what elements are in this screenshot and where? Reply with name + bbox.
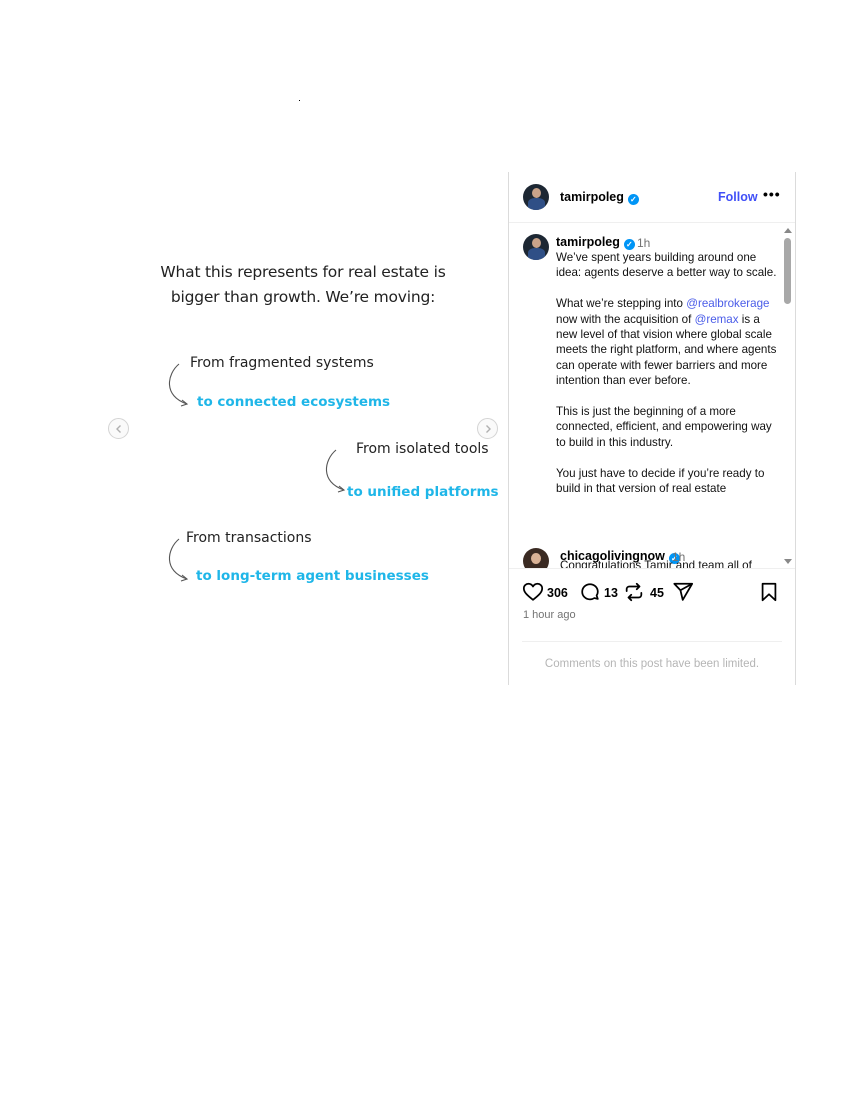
caption-paragraph-4: You just have to decide if you’re ready … (556, 466, 765, 496)
slide-title-line-1: What this represents for real estate is (160, 263, 446, 281)
caption-author[interactable]: tamirpoleg ✓ (556, 235, 635, 250)
action-bar: 306 13 45 (522, 581, 784, 605)
like-count[interactable]: 306 (547, 586, 568, 600)
curved-arrow-icon (168, 363, 189, 407)
carousel-prev-button[interactable] (108, 418, 129, 439)
repost-icon[interactable] (623, 581, 645, 603)
verified-badge-icon: ✓ (627, 194, 639, 205)
caption-paragraph-2: What we’re stepping into @realbrokerage … (556, 297, 777, 388)
post-panel: tamirpoleg ✓ Follow ••• tamirpoleg ✓ 1h We… (508, 172, 796, 685)
caption-paragraph-3: This is just the beginning of a more con… (556, 405, 772, 449)
divider (509, 568, 795, 569)
caption-time: 1h (637, 236, 651, 250)
stray-dot (299, 100, 300, 101)
divider (522, 641, 782, 642)
carousel-slide: What this represents for real estate is … (110, 172, 508, 684)
to-item-2: to unified platforms (347, 484, 499, 500)
caption-paragraph-1: We’ve spent years building around one id… (556, 251, 777, 280)
from-item-1: From fragmented systems (190, 355, 374, 371)
to-item-3: to long-term agent businesses (196, 568, 429, 584)
scroll-up-arrow[interactable] (784, 228, 792, 233)
caption-author-name[interactable]: tamirpoleg (556, 235, 620, 249)
caption-avatar[interactable] (523, 234, 549, 260)
caption-text: We’ve spent years building around one id… (556, 250, 778, 512)
avatar[interactable] (523, 184, 549, 210)
post-author-name[interactable]: tamirpoleg (560, 190, 624, 204)
slide-title: What this represents for real estate is … (110, 260, 496, 310)
post-author[interactable]: tamirpoleg ✓ (560, 190, 639, 205)
to-item-1: to connected ecosystems (197, 394, 391, 410)
verified-badge-icon: ✓ (623, 239, 635, 250)
curved-arrow-icon (325, 449, 346, 493)
comment-avatar[interactable] (523, 548, 549, 568)
comments-limited-notice: Comments on this post have been limited. (544, 658, 760, 670)
comment-item: chicagolivingnow ✓ 1h Congratulations Tam… (509, 542, 779, 568)
share-icon[interactable] (672, 581, 694, 603)
heart-icon[interactable] (522, 581, 544, 603)
from-item-3: From transactions (186, 530, 312, 546)
chevron-left-icon (116, 425, 121, 433)
from-item-2: From isolated tools (356, 441, 489, 457)
chevron-right-icon (486, 425, 491, 433)
post-timestamp[interactable]: 1 hour ago (523, 609, 576, 621)
scrollbar-thumb[interactable] (784, 238, 791, 304)
comment-count[interactable]: 13 (604, 586, 618, 600)
slide-title-line-2: bigger than growth. We’re moving: (170, 288, 436, 306)
carousel-next-button[interactable] (477, 418, 498, 439)
post-header: tamirpoleg ✓ Follow ••• (509, 172, 795, 223)
comment-text: Congratulations Tamir and team all of (560, 559, 752, 568)
more-options-icon[interactable]: ••• (763, 186, 781, 202)
bookmark-icon[interactable] (758, 581, 780, 603)
scroll-down-arrow[interactable] (784, 559, 792, 564)
comment-icon[interactable] (579, 581, 601, 603)
mention-link[interactable]: @realbrokerage (686, 297, 769, 310)
repost-count[interactable]: 45 (650, 586, 664, 600)
follow-button[interactable]: Follow (718, 190, 758, 204)
mention-link[interactable]: @remax (695, 313, 739, 326)
